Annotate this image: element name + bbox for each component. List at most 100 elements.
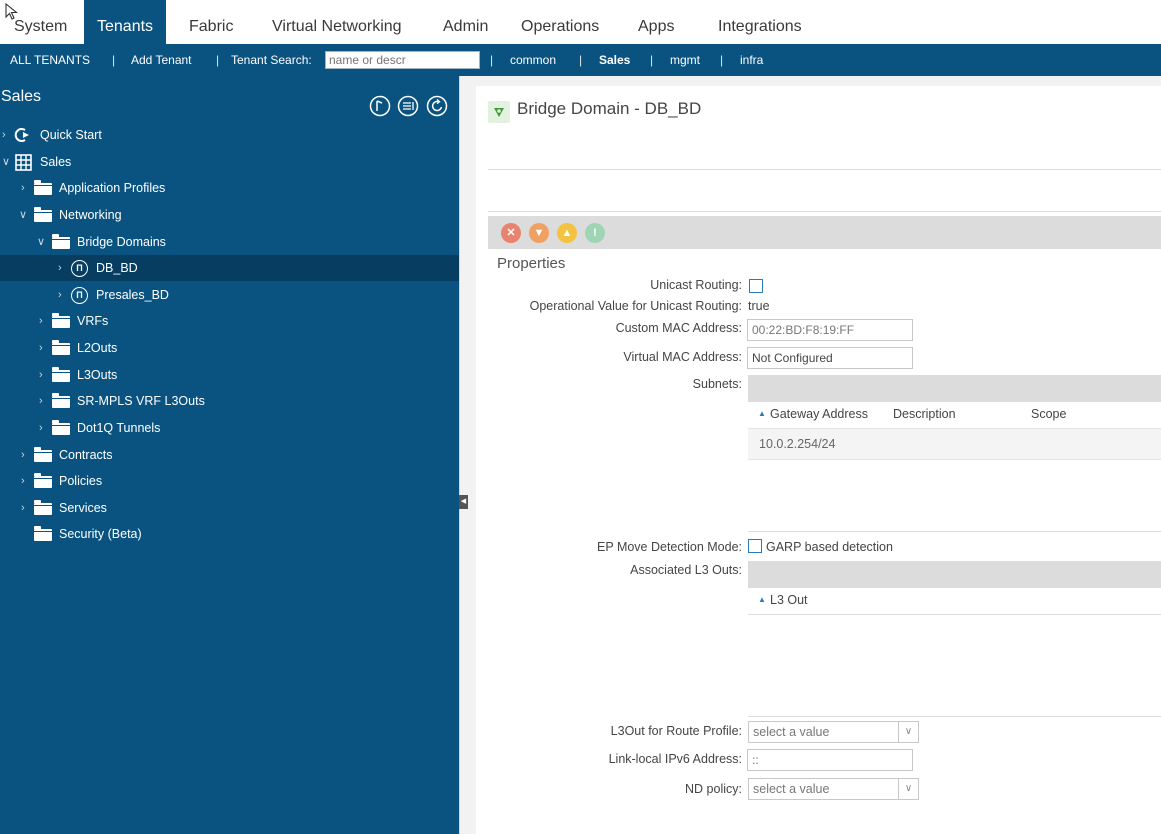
list-view-icon[interactable] [397, 95, 419, 117]
tree-item-dot1q-tunnels[interactable]: › Dot1Q Tunnels [0, 415, 459, 441]
tree-item-label: L3Outs [77, 368, 118, 382]
virtual-mac-field[interactable]: Not Configured [747, 347, 913, 369]
folder-icon [52, 340, 70, 355]
tree-item-sr-mpls-vrf-l3outs[interactable]: › SR-MPLS VRF L3Outs [0, 388, 459, 414]
chevron-right-icon: › [39, 342, 43, 354]
chevron-down-icon[interactable]: ∨ [898, 779, 918, 799]
chevron-right-icon: › [21, 502, 25, 514]
link-local-ipv6-field[interactable]: :: [747, 749, 913, 771]
garp-detection-checkbox[interactable] [748, 539, 762, 553]
tab-admin[interactable]: Admin [443, 0, 488, 44]
tree-item-policies[interactable]: › Policies [0, 468, 459, 494]
chevron-down-icon: ∨ [37, 236, 46, 248]
tab-tenants[interactable]: Tenants [84, 0, 167, 44]
quick-start-icon [14, 128, 29, 142]
chevron-right-icon: › [21, 475, 25, 487]
column-header-description[interactable]: Description [893, 407, 956, 421]
tree-item-label: Contracts [59, 448, 113, 462]
chevron-right-icon: › [21, 182, 25, 194]
custom-mac-label: Custom MAC Address: [615, 321, 742, 335]
separator: | [490, 53, 494, 67]
custom-mac-field[interactable]: 00:22:BD:F8:19:FF [747, 319, 913, 341]
tree-item-db-bd[interactable]: › Π DB_BD [0, 255, 459, 281]
select-value: select a value [753, 725, 830, 739]
tab-fabric[interactable]: Fabric [189, 0, 233, 44]
divider [488, 211, 1161, 212]
tree-item-l3outs[interactable]: › L3Outs [0, 362, 459, 388]
page-title: Bridge Domain - DB_BD [517, 99, 702, 118]
tab-virtual-networking[interactable]: Virtual Networking [272, 0, 402, 44]
folder-icon [34, 447, 52, 462]
folder-icon [52, 393, 70, 408]
l3outs-table-toolbar [748, 561, 1161, 588]
tree-item-application-profiles[interactable]: › Application Profiles [0, 175, 459, 201]
tree-item-security[interactable]: Security (Beta) [0, 521, 459, 547]
l3out-route-profile-select[interactable]: select a value ∨ [748, 721, 919, 743]
tree-item-vrfs[interactable]: › VRFs [0, 308, 459, 334]
major-fault-icon[interactable]: ▼ [529, 223, 549, 243]
tree-item-label: SR-MPLS VRF L3Outs [77, 394, 205, 408]
collapse-arrow-icon[interactable]: ◀ [459, 495, 468, 509]
bridge-domain-badge-icon [488, 101, 510, 123]
tree-item-quick-start[interactable]: › Quick Start [0, 122, 459, 148]
top-nav: System Tenants Fabric Virtual Networking… [0, 0, 1161, 44]
column-header-scope[interactable]: Scope [1031, 407, 1066, 421]
chevron-right-icon: › [21, 449, 25, 461]
fault-summary-bar: ✕ ▼ ▲ ! [488, 216, 1161, 249]
tree-item-label: Dot1Q Tunnels [77, 421, 161, 435]
tenant-link-sales[interactable]: Sales [599, 44, 630, 76]
folder-icon [52, 313, 70, 328]
tree-item-contracts[interactable]: › Contracts [0, 442, 459, 468]
tab-apps[interactable]: Apps [638, 0, 674, 44]
work-pane-header-strip [476, 76, 1161, 86]
divider [748, 614, 1161, 615]
tree-item-l2outs[interactable]: › L2Outs [0, 335, 459, 361]
unicast-routing-checkbox[interactable] [749, 279, 763, 293]
tab-system[interactable]: System [14, 0, 67, 44]
tree-item-label: Presales_BD [96, 288, 169, 302]
chevron-down-icon[interactable]: ∨ [898, 722, 918, 742]
properties-heading: Properties [497, 255, 566, 272]
tab-operations[interactable]: Operations [521, 0, 599, 44]
nd-policy-select[interactable]: select a value ∨ [748, 778, 919, 800]
all-tenants-link[interactable]: ALL TENANTS [10, 44, 90, 76]
folder-icon [34, 526, 52, 541]
tab-integrations[interactable]: Integrations [718, 0, 802, 44]
minor-fault-icon[interactable]: ▲ [557, 223, 577, 243]
history-icon[interactable] [369, 95, 391, 117]
folder-icon [34, 473, 52, 488]
tenant-link-mgmt[interactable]: mgmt [670, 44, 700, 76]
tree-item-services[interactable]: › Services [0, 495, 459, 521]
panel-splitter[interactable] [459, 76, 476, 834]
column-header-gateway-address[interactable]: Gateway Address [770, 407, 868, 421]
tree-item-label: Security (Beta) [59, 527, 142, 541]
tree-item-label: Quick Start [40, 128, 102, 142]
folder-icon [34, 180, 52, 195]
tree-item-bridge-domains[interactable]: ∨ Bridge Domains [0, 229, 459, 255]
separator: | [720, 53, 724, 67]
apic-window: System Tenants Fabric Virtual Networking… [0, 0, 1161, 834]
add-tenant-link[interactable]: Add Tenant [131, 44, 192, 76]
separator: | [112, 53, 116, 67]
tenant-link-infra[interactable]: infra [740, 44, 763, 76]
tree-item-networking[interactable]: ∨ Networking [0, 202, 459, 228]
chevron-right-icon: › [39, 369, 43, 381]
tree-item-sales[interactable]: ∨ Sales [0, 149, 459, 175]
bridge-domain-icon: Π [71, 287, 88, 304]
refresh-icon[interactable] [426, 95, 448, 117]
op-unicast-value: true [748, 299, 770, 313]
column-header-l3-out[interactable]: L3 Out [770, 593, 808, 607]
tenant-bar: ALL TENANTS | Add Tenant | Tenant Search… [0, 44, 1161, 76]
chevron-down-icon: ∨ [2, 156, 11, 168]
tenant-search-input[interactable] [325, 51, 480, 69]
critical-fault-icon[interactable]: ✕ [501, 223, 521, 243]
tree-item-presales-bd[interactable]: › Π Presales_BD [0, 282, 459, 308]
separator: | [650, 53, 654, 67]
folder-icon [52, 367, 70, 382]
tenant-link-common[interactable]: common [510, 44, 556, 76]
sort-ascending-icon[interactable]: ▲ [758, 409, 766, 418]
tree-item-label: L2Outs [77, 341, 118, 355]
chevron-right-icon: › [2, 129, 6, 141]
sort-ascending-icon[interactable]: ▲ [758, 595, 766, 604]
warning-fault-icon[interactable]: ! [585, 223, 605, 243]
